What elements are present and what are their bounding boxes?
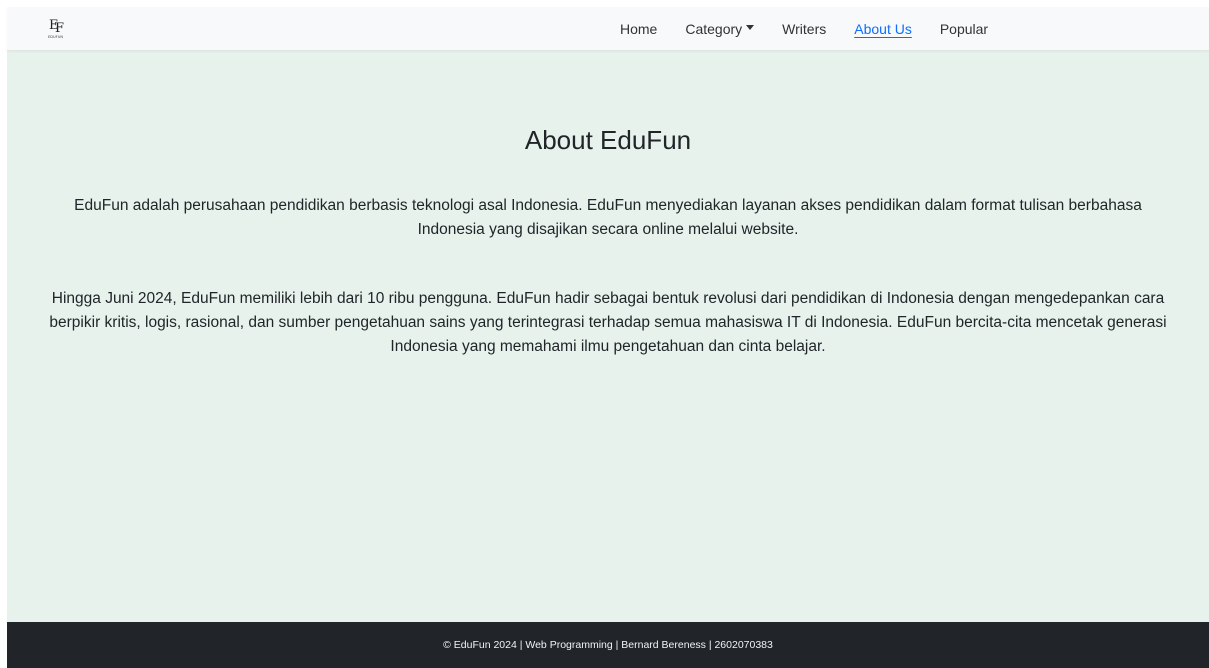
svg-text:EDUFUN: EDUFUN xyxy=(48,35,63,39)
nav-link-popular[interactable]: Popular xyxy=(932,21,996,37)
nav-link-writers[interactable]: Writers xyxy=(774,21,834,37)
navbar: E F EDUFUN Home Category Writers About U… xyxy=(7,7,1209,51)
nav-link-home[interactable]: Home xyxy=(612,21,665,37)
caret-down-icon xyxy=(746,25,755,30)
footer-text: © EduFun 2024 | Web Programming | Bernar… xyxy=(443,639,773,651)
page: E F EDUFUN Home Category Writers About U… xyxy=(7,7,1209,668)
page-title: About EduFun xyxy=(524,125,692,155)
nav-link-category-label: Category xyxy=(685,20,743,37)
nav-link-home-label: Home xyxy=(620,20,658,37)
svg-text:F: F xyxy=(55,21,64,36)
nav-links: Home Category Writers About Us Popular xyxy=(612,7,1008,50)
main-content: About EduFun EduFun adalah perusahaan pe… xyxy=(7,51,1209,621)
nav-link-writers-label: Writers xyxy=(782,20,827,37)
nav-link-popular-label: Popular xyxy=(939,20,989,37)
nav-link-category-dropdown[interactable]: Category xyxy=(677,21,762,37)
about-paragraph-2: Hingga Juni 2024, EduFun memiliki lebih … xyxy=(49,290,1167,355)
nav-link-about-us[interactable]: About Us xyxy=(846,21,920,37)
edufun-logo[interactable]: E F EDUFUN xyxy=(47,16,69,40)
nav-link-about-us-label: About Us xyxy=(854,20,912,37)
footer: © EduFun 2024 | Web Programming | Bernar… xyxy=(7,622,1209,668)
about-paragraph-1: EduFun adalah perusahaan pendidikan berb… xyxy=(74,197,1142,238)
